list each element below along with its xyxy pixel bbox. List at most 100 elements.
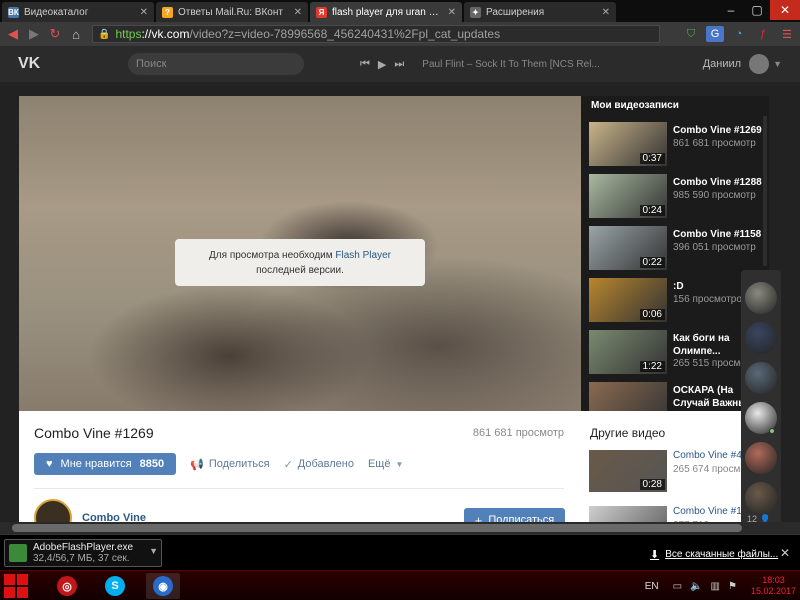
browser-tab[interactable]: ВК Видеокаталог ✕ — [2, 2, 154, 22]
like-label: Мне нравится — [60, 458, 132, 470]
user-avatar — [749, 54, 770, 74]
video-player[interactable]: Для просмотра необходим Flash Player пос… — [19, 96, 581, 411]
video-thumbnail[interactable]: 0:22 — [589, 226, 667, 270]
more-button[interactable]: Ещё ▼ — [368, 458, 403, 470]
start-button[interactable] — [4, 574, 28, 598]
network-icon[interactable]: ▥ — [711, 581, 720, 592]
my-video-item[interactable]: 0:22 Combo Vine #1158 396 051 просмотр — [589, 226, 769, 272]
download-item[interactable]: AdobeFlashPlayer.exe 32,4/56,7 МБ, 37 се… — [4, 539, 162, 567]
reload-icon[interactable]: ↻ — [46, 25, 64, 43]
video-duration: 1:22 — [639, 361, 665, 372]
home-icon[interactable]: ⌂ — [67, 25, 85, 43]
play-icon[interactable]: ▶ — [378, 58, 386, 71]
video-thumbnail[interactable]: 1:22 — [589, 330, 667, 374]
video-item-title[interactable]: Combo Vine #44 — [673, 450, 747, 461]
translate-extension-icon[interactable]: G — [706, 26, 724, 42]
video-item-views: 985 590 просмотр — [673, 190, 756, 201]
video-thumbnail[interactable]: 0:24 — [589, 174, 667, 218]
share-button[interactable]: 📢 Поделиться — [190, 458, 269, 471]
chat-contact-avatar[interactable] — [745, 442, 777, 474]
clock[interactable]: 18:03 15.02.2017 — [751, 575, 796, 597]
minimize-button[interactable]: – — [718, 0, 744, 20]
back-icon[interactable]: ◀ — [4, 25, 22, 43]
video-item-views: 861 681 просмотр — [673, 138, 756, 149]
download-file-name: AdobeFlashPlayer.exe — [33, 542, 134, 553]
flash-player-link[interactable]: Flash Player — [335, 250, 391, 261]
vk-header: VK Поиск ⏮ ▶ ⏭ Paul Flint – Sock It To T… — [0, 46, 800, 82]
my-video-item[interactable]: 0:37 Combo Vine #1269 861 681 просмотр — [589, 122, 769, 168]
taskbar-app[interactable]: S — [98, 573, 132, 599]
clock-date: 15.02.2017 — [750, 586, 796, 596]
browser-tab[interactable]: ✦ Расширения ✕ — [464, 2, 616, 22]
forward-icon[interactable]: ▶ — [25, 25, 43, 43]
chat-contact-avatar[interactable] — [745, 322, 777, 354]
close-window-button[interactable]: ✕ — [770, 0, 800, 20]
flash-extension-icon[interactable]: ƒ — [754, 26, 772, 42]
url-scheme: https — [115, 27, 142, 41]
maximize-button[interactable]: ▢ — [744, 0, 770, 20]
added-button[interactable]: ✓ Добавлено — [284, 458, 354, 471]
chat-contact-avatar[interactable] — [745, 362, 777, 394]
yandex-favicon: Я — [316, 6, 327, 18]
close-tab-icon[interactable]: ✕ — [140, 7, 148, 18]
close-icon[interactable]: ✕ — [780, 546, 790, 560]
current-track[interactable]: Paul Flint – Sock It To Them [NCS Rel... — [422, 59, 642, 70]
video-item-title[interactable]: Combo Vine #1288 — [673, 176, 767, 189]
video-item-title[interactable]: Combo Vine #10 — [673, 506, 747, 517]
taskbar-app[interactable]: ◎ — [50, 573, 84, 599]
user-menu[interactable]: Даниил ▼ — [703, 54, 782, 74]
chevron-down-icon: ▼ — [773, 59, 782, 69]
url-host: ://vk.com — [141, 27, 190, 41]
all-downloads-link[interactable]: ⬇ Все скачанные файлы... — [650, 548, 778, 561]
flag-icon[interactable]: ⚑ — [728, 581, 737, 592]
more-label: Ещё — [367, 458, 391, 470]
browser-tab[interactable]: Яflash player для uran — Я ✕ — [310, 2, 462, 22]
window-controls: – ▢ ✕ — [718, 0, 800, 20]
like-count: 8850 — [139, 458, 165, 470]
shield-extension-icon[interactable]: ⛉ — [682, 26, 700, 42]
keyboard-icon[interactable]: ▭ — [673, 581, 682, 592]
video-item-title[interactable]: Combo Vine #1269 — [673, 124, 767, 137]
divider — [34, 488, 564, 489]
sync-extension-icon[interactable]: ◔ — [730, 26, 748, 42]
horizontal-scrollbar[interactable] — [0, 522, 800, 534]
chevron-down-icon: ▼ — [395, 459, 404, 469]
other-videos-heading: Другие видео — [590, 426, 666, 440]
flash-notice-text: Для просмотра необходим — [209, 250, 336, 261]
megaphone-icon: 📢 — [190, 458, 204, 471]
menu-icon[interactable]: ☰ — [778, 26, 796, 42]
game-app-icon: ◎ — [57, 576, 77, 596]
video-item-views: 156 просмотров — [673, 294, 748, 305]
puzzle-favicon: ✦ — [470, 6, 481, 18]
added-label: Добавлено — [297, 458, 354, 470]
chevron-down-icon[interactable]: ▼ — [149, 546, 158, 556]
vk-favicon: ВК — [8, 6, 19, 18]
video-duration: 0:24 — [639, 205, 665, 216]
close-tab-icon[interactable]: ✕ — [602, 7, 610, 18]
like-button[interactable]: ♥ Мне нравится 8850 — [34, 453, 177, 475]
language-indicator[interactable]: EN — [645, 581, 659, 592]
video-thumbnail[interactable] — [589, 382, 667, 411]
video-title: Combo Vine #1269 — [34, 425, 154, 441]
close-tab-icon[interactable]: ✕ — [448, 7, 456, 18]
next-track-icon[interactable]: ⏭ — [394, 58, 404, 71]
video-item-title[interactable]: Combo Vine #1158 — [673, 228, 767, 241]
video-thumbnail[interactable]: 0:06 — [589, 278, 667, 322]
download-bar: AdobeFlashPlayer.exe 32,4/56,7 МБ, 37 се… — [0, 534, 800, 570]
search-input[interactable]: Поиск — [128, 53, 304, 75]
clock-time: 18:03 — [762, 575, 785, 585]
chat-contact-avatar[interactable] — [745, 282, 777, 314]
vk-logo[interactable]: VK — [18, 55, 128, 73]
scrollbar-thumb[interactable] — [12, 524, 742, 532]
speaker-icon[interactable]: 🔈 — [690, 581, 702, 592]
browser-tab[interactable]: ? Ответы Mail.Ru: ВКонт ✕ — [156, 2, 308, 22]
close-tab-icon[interactable]: ✕ — [294, 7, 302, 18]
video-thumbnail[interactable]: 0:28 — [589, 450, 667, 492]
video-thumbnail[interactable]: 0:37 — [589, 122, 667, 166]
taskbar-app[interactable]: ◉ — [146, 573, 180, 599]
chat-contact-avatar[interactable] — [745, 482, 777, 514]
prev-track-icon[interactable]: ⏮ — [360, 58, 370, 71]
my-video-item[interactable]: 0:24 Combo Vine #1288 985 590 просмотр — [589, 174, 769, 220]
address-bar[interactable]: 🔒 https ://vk.com /video?z=video-7899656… — [92, 25, 660, 43]
video-views: 861 681 просмотр — [472, 427, 564, 439]
